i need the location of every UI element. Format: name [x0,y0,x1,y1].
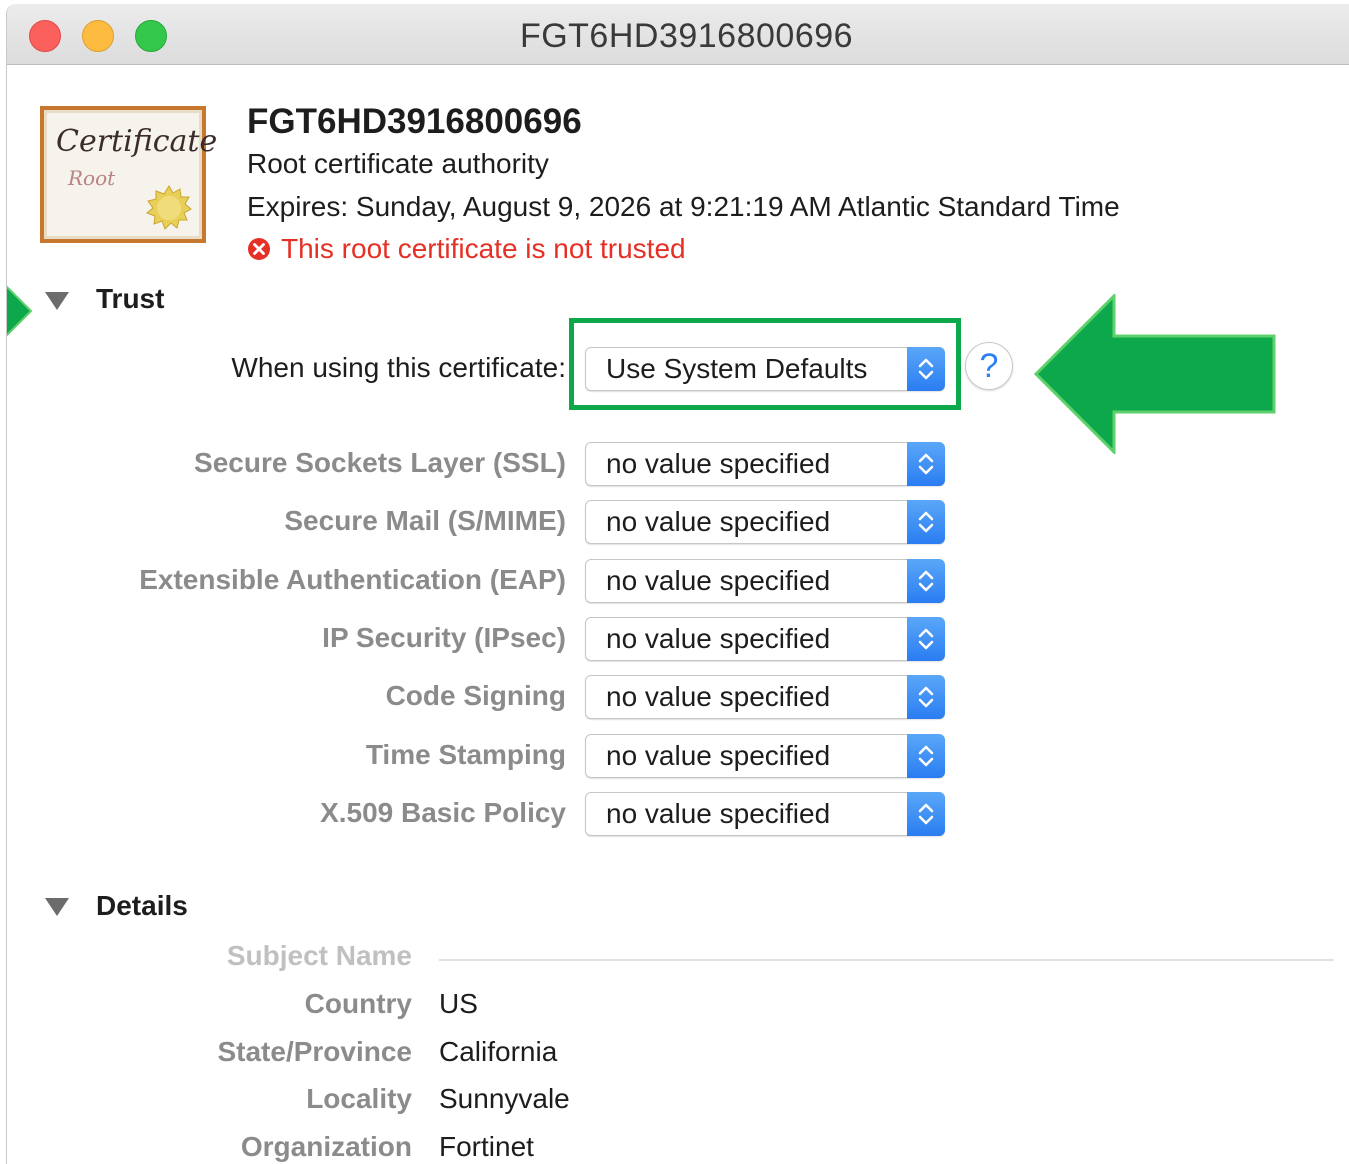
certificate-icon-sub: Root [68,166,116,190]
green-arrow-left-icon [1034,294,1276,454]
trust-warning: This root certificate is not trusted [247,233,686,265]
trust-policy-value: no value specified [606,506,831,537]
certificate-name: FGT6HD3916800696 [247,102,582,141]
trust-policy-label: Code Signing [385,680,566,711]
certificate-kind: Root certificate authority [247,148,549,179]
trust-section-label[interactable]: Trust [96,283,164,315]
help-button[interactable]: ? [965,342,1013,390]
trust-policy-label: Time Stamping [365,739,566,770]
trust-policy-popup[interactable]: no value specified [585,559,945,603]
popup-stepper-icon [907,734,945,778]
subject-name-heading: Subject Name [226,940,412,971]
subject-field-value: California [439,1036,558,1067]
trust-policy-label: Secure Sockets Layer (SSL) [194,447,566,478]
certificate-expiry: Expires: Sunday, August 9, 2026 at 9:21:… [247,191,1120,222]
trust-policy-popup[interactable]: no value specified [585,442,945,486]
subject-field-key: Locality [306,1083,412,1114]
trust-policy-label: X.509 Basic Policy [320,797,566,828]
gold-seal-icon [146,185,192,230]
trust-policy-value: no value specified [606,740,831,771]
details-section-label[interactable]: Details [96,890,188,922]
subject-field-value: Fortinet [439,1131,534,1162]
subject-field-value: US [439,988,478,1019]
trust-policy-label: Extensible Authentication (EAP) [139,564,566,595]
subject-field-value: Sunnyvale [439,1083,570,1114]
certificate-icon: Certificate Root [40,106,217,243]
trust-policy-popup[interactable]: no value specified [585,792,945,836]
trust-disclosure-triangle-icon[interactable] [45,292,69,310]
subject-field-key: Country [304,988,412,1019]
trust-policy-popup[interactable]: no value specified [585,500,945,544]
popup-stepper-icon [907,500,945,544]
trust-policy-value: no value specified [606,623,831,654]
popup-stepper-icon [907,792,945,836]
trust-warning-text: This root certificate is not trusted [281,233,686,264]
details-disclosure-triangle-icon[interactable] [45,898,69,916]
window-title: FGT6HD3916800696 [519,17,854,55]
subject-field-key: State/Province [217,1036,412,1067]
trust-policy-popup[interactable]: no value specified [585,675,945,719]
popup-stepper-icon [907,442,945,486]
popup-stepper-icon [907,559,945,603]
subject-field-key: Organization [240,1131,412,1162]
subject-divider [439,959,1334,961]
trust-policy-value: no value specified [606,798,831,829]
green-arrow-right-icon [7,285,33,337]
trust-policy-value: no value specified [606,565,831,596]
trust-policy-label: Secure Mail (S/MIME) [284,505,566,536]
trust-policy-popup[interactable]: no value specified [585,617,945,661]
trust-policy-value: no value specified [606,681,831,712]
when-using-label: When using this certificate: [231,352,566,383]
popup-stepper-icon [907,617,945,661]
popup-stepper-icon [907,675,945,719]
trust-policy-value: no value specified [606,448,831,479]
highlight-box [569,318,961,410]
error-x-icon [248,238,270,260]
certificate-icon-word: Certificate [56,124,218,159]
trust-policy-label: IP Security (IPsec) [322,622,566,653]
title-bar: FGT6HD3916800696 [7,4,1349,65]
trust-policy-popup[interactable]: no value specified [585,734,945,778]
certificate-window: FGT6HD3916800696 Certificate Root FGT6HD… [6,4,1349,1164]
